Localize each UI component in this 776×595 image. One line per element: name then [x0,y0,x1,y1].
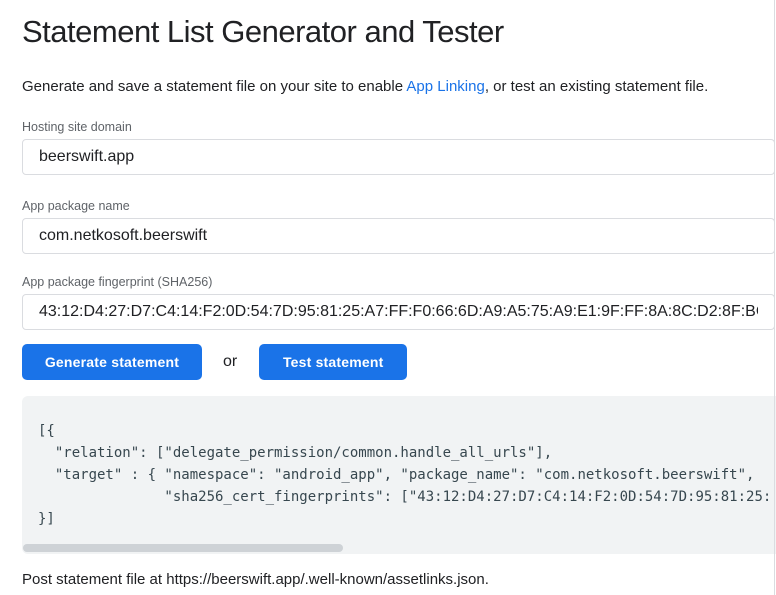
statement-json-code: [{ "relation": ["delegate_permission/com… [38,420,776,530]
post-statement-instruction: Post statement file at https://beerswift… [22,571,776,589]
generate-statement-button[interactable]: Generate statement [22,344,202,380]
statement-code-block: [{ "relation": ["delegate_permission/com… [22,396,776,554]
app-package-name-label: App package name [22,199,776,214]
page-container: Statement List Generator and Tester Gene… [0,0,776,589]
test-statement-button[interactable]: Test statement [259,344,407,380]
button-row: Generate statement or Test statement [22,344,776,380]
intro-text-before-link: Generate and save a statement file on yo… [22,78,406,95]
app-package-fingerprint-input[interactable] [22,294,775,330]
hosting-site-domain-input[interactable] [22,139,775,175]
or-separator-label: or [223,353,237,371]
horizontal-scrollbar-thumb[interactable] [23,544,343,552]
viewport-right-border [774,0,775,595]
app-linking-link[interactable]: App Linking [406,78,484,95]
intro-text-after-link: , or test an existing statement file. [485,78,708,95]
app-package-fingerprint-label: App package fingerprint (SHA256) [22,275,776,290]
app-package-name-input[interactable] [22,218,775,254]
intro-text: Generate and save a statement file on yo… [22,78,776,96]
hosting-site-domain-label: Hosting site domain [22,120,776,135]
page-title: Statement List Generator and Tester [22,0,776,51]
